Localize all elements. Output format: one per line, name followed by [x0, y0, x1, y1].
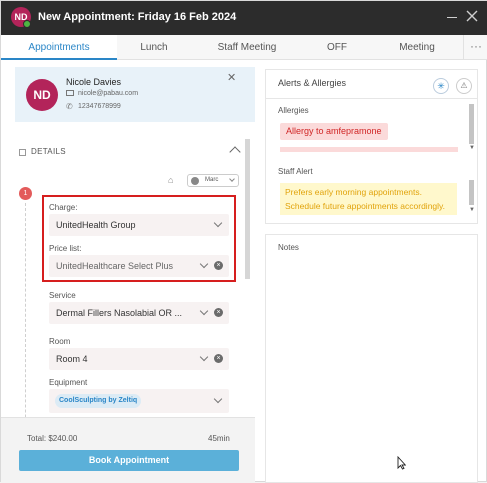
online-status-dot: [23, 20, 31, 28]
allergies-label: Allergies: [278, 106, 309, 115]
mail-icon: [66, 90, 74, 96]
room-label: Room: [49, 337, 71, 346]
snowflake-icon[interactable]: ✳: [433, 78, 449, 94]
service-value: Dermal Fillers Nasolabial OR ...: [56, 308, 183, 318]
service-select[interactable]: Dermal Fillers Nasolabial OR ... ×: [49, 302, 229, 324]
allergy-item: Allergy to amfepramone: [280, 123, 388, 140]
client-email: nicole@pabau.com: [78, 90, 139, 97]
staff-select[interactable]: Marc: [187, 174, 239, 187]
chevron-down-icon: [199, 259, 209, 269]
charge-label: Charge:: [49, 203, 78, 212]
alerts-allergies-panel: Alerts & Allergies ✳ ⚠ Allergies Allergy…: [265, 69, 478, 224]
notes-title: Notes: [278, 243, 299, 252]
service-label: Service: [49, 291, 76, 300]
clear-icon[interactable]: ×: [214, 261, 223, 270]
allergies-scrollbar[interactable]: [469, 104, 474, 144]
appointment-window: ND New Appointment: Friday 16 Feb 2024 A…: [0, 0, 487, 483]
charge-value: UnitedHealth Group: [56, 220, 136, 230]
client-phone: 12347678999: [78, 103, 121, 110]
chevron-down-icon: [213, 218, 223, 228]
mouse-cursor-icon: [397, 456, 406, 470]
clear-icon[interactable]: ×: [214, 354, 223, 363]
tab-appointments[interactable]: Appointments: [1, 35, 117, 60]
room-select[interactable]: Room 4 ×: [49, 348, 229, 370]
chevron-down-icon: [213, 394, 223, 404]
notes-panel[interactable]: Notes: [265, 234, 478, 483]
staff-alert-scrollbar[interactable]: [469, 180, 474, 205]
chevron-up-icon[interactable]: [229, 146, 241, 158]
details-section-header[interactable]: DETAILS: [15, 139, 255, 167]
room-value: Room 4: [56, 354, 88, 364]
pricelist-label: Price list:: [49, 244, 82, 253]
minimize-icon[interactable]: [447, 17, 457, 18]
alerts-title: Alerts & Allergies: [278, 78, 347, 88]
duration: 45min: [208, 434, 230, 443]
pricelist-select[interactable]: UnitedHealthcare Select Plus ×: [49, 255, 229, 277]
total-price: Total: $240.00: [27, 434, 78, 443]
chevron-down-icon: [229, 176, 235, 182]
appointment-type-tabs: Appointments Lunch Staff Meeting OFF Mee…: [1, 35, 487, 60]
staff-name: Marc: [205, 177, 219, 183]
details-icon: [19, 149, 26, 156]
client-avatar: ND: [26, 79, 58, 111]
equipment-select[interactable]: CoolSculpting by Zeltiq: [49, 389, 229, 413]
chevron-down-icon: [199, 306, 209, 316]
divider: [266, 98, 477, 99]
staff-alert-message: Prefers early morning appointments. Sche…: [280, 183, 457, 215]
allergy-item-partial: [280, 147, 458, 152]
book-appointment-button[interactable]: Book Appointment: [19, 450, 239, 471]
chevron-down-icon: [199, 352, 209, 362]
scroll-down-icon[interactable]: ▼: [469, 145, 475, 151]
staff-avatar: [191, 177, 199, 185]
pricelist-value: UnitedHealthcare Select Plus: [56, 261, 174, 271]
form-scrollbar[interactable]: [245, 139, 250, 279]
clear-icon[interactable]: ×: [214, 308, 223, 317]
tab-staff-meeting[interactable]: Staff Meeting: [191, 35, 303, 60]
title-bar: ND New Appointment: Friday 16 Feb 2024: [1, 1, 487, 35]
tab-off[interactable]: OFF: [303, 35, 371, 60]
staff-alert-label: Staff Alert: [278, 167, 313, 176]
lock-icon[interactable]: ⌂: [168, 175, 173, 185]
equipment-label: Equipment: [49, 378, 88, 387]
client-name[interactable]: Nicole Davies: [66, 77, 121, 87]
tab-meeting[interactable]: Meeting: [371, 35, 463, 60]
remove-client-icon[interactable]: ✕: [227, 72, 236, 84]
close-icon[interactable]: [466, 10, 478, 22]
window-title: New Appointment: Friday 16 Feb 2024: [38, 11, 237, 23]
tab-lunch[interactable]: Lunch: [117, 35, 191, 60]
charge-select[interactable]: UnitedHealth Group: [49, 214, 229, 236]
client-card: ND Nicole Davies nicole@pabau.com ✆ 1234…: [15, 67, 255, 122]
equipment-chip[interactable]: CoolSculpting by Zeltiq: [55, 394, 142, 408]
phone-icon: ✆: [66, 102, 73, 111]
more-tabs-button[interactable]: ···: [463, 35, 487, 60]
scroll-down-icon[interactable]: ▼: [469, 207, 475, 213]
step-number-badge: 1: [19, 187, 32, 200]
details-label: DETAILS: [31, 147, 66, 156]
warning-icon[interactable]: ⚠: [456, 78, 472, 94]
